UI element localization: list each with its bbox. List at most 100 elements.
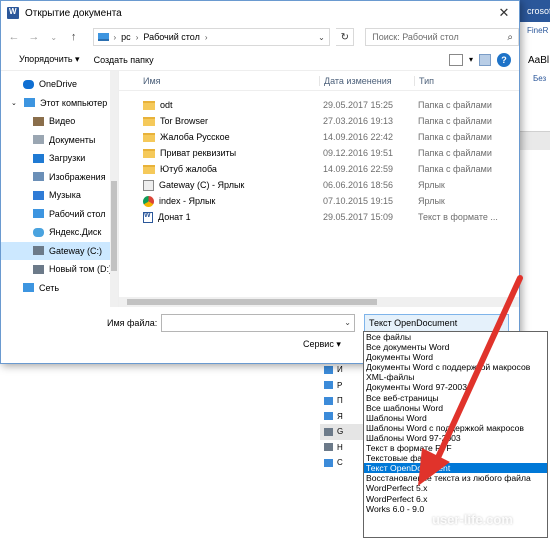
file-name-row: Имя файла: ⌄ Текст OpenDocument ⌄ — [1, 313, 519, 333]
background-list-item: И — [320, 362, 368, 378]
file-row[interactable]: Донат 1 29.05.2017 15:09 Текст в формате .… — [119, 209, 519, 225]
file-type-option[interactable]: Шаблоны Word — [364, 413, 547, 423]
chevron-down-icon[interactable]: ⌄ — [313, 33, 329, 42]
file-type: Ярлык — [418, 180, 445, 190]
nav-item-this-pc[interactable]: ⌄ Этот компьютер — [1, 94, 118, 113]
file-date: 06.06.2016 18:56 — [323, 180, 394, 190]
up-arrow-icon[interactable]: ↑ — [67, 29, 81, 45]
nav-scrollbar[interactable] — [110, 71, 118, 307]
folder-icon — [324, 365, 333, 374]
file-name: Tor Browser — [160, 116, 209, 126]
back-arrow-icon[interactable]: ← — [7, 29, 21, 45]
file-row[interactable]: Gateway (C) - Ярлык 06.06.2016 18:56 Ярлык — [119, 177, 519, 193]
breadcrumb-folder[interactable]: Рабочий стол — [143, 32, 200, 42]
nav-item-gateway-c[interactable]: Gateway (C:) — [1, 241, 118, 260]
file-type: Текст в формате ... — [418, 212, 498, 222]
search-input[interactable]: Поиск: Рабочий стол ⌕ — [365, 28, 519, 46]
file-name-input[interactable]: ⌄ — [161, 314, 355, 332]
background-list-item: П — [320, 393, 368, 409]
chevron-right-icon[interactable]: › — [136, 33, 139, 42]
file-type-option[interactable]: Текст в формате RTF — [364, 443, 547, 453]
file-type-option[interactable]: WordPerfect 5.x — [364, 483, 547, 493]
file-type-option[interactable]: Документы Word — [364, 352, 547, 362]
file-type-selected: Текст OpenDocument — [369, 318, 458, 328]
folder-icon — [143, 116, 155, 126]
file-name: Ютуб жалоба — [160, 164, 217, 174]
nav-item-new-volume-d[interactable]: Новый том (D:) — [1, 260, 118, 279]
file-type-option[interactable]: Все веб-страницы — [364, 393, 547, 403]
drive-icon — [324, 443, 333, 452]
file-type-option[interactable]: Шаблоны Word с поддержкой макросов — [364, 423, 547, 433]
file-row[interactable]: Ютуб жалоба 14.09.2016 22:59 Папка с файла… — [119, 161, 519, 177]
refresh-icon[interactable]: ↻ — [336, 28, 355, 46]
chevron-down-icon[interactable]: ▾ — [469, 55, 473, 64]
background-style-preview[interactable]: AaBl — [528, 55, 549, 66]
desktop-folder-icon — [33, 209, 44, 219]
file-name: Донат 1 — [158, 212, 191, 222]
nav-item-yandex-disk[interactable]: Яндекс.Диск — [1, 223, 118, 242]
background-list-item: Р — [320, 378, 368, 394]
file-type-option[interactable]: Все документы Word — [364, 342, 547, 352]
nav-item-onedrive[interactable]: OneDrive — [1, 75, 118, 94]
file-type-option[interactable]: Все файлы — [364, 332, 547, 342]
organize-button[interactable]: Упорядочить ▾ — [19, 54, 80, 65]
new-folder-button[interactable]: Создать папку — [94, 55, 154, 65]
nav-item-documents[interactable]: Документы — [1, 131, 118, 150]
file-row[interactable]: Приват реквизиты 09.12.2016 19:51 Папка с … — [119, 145, 519, 161]
file-type-option[interactable]: Все шаблоны Word — [364, 403, 547, 413]
service-button[interactable]: Сервис ▾ — [303, 339, 341, 350]
nav-item-downloads[interactable]: Загрузки — [1, 149, 118, 168]
address-bar[interactable]: › рс › Рабочий стол › ⌄ — [92, 28, 331, 46]
file-name-label: Имя файла: — [107, 318, 158, 328]
navigation-pane: OneDrive ⌄ Этот компьютер Видео Документы… — [1, 71, 119, 307]
column-date[interactable]: Дата изменения — [319, 75, 414, 86]
file-row[interactable]: odt 29.05.2017 15:25 Папка с файлами — [119, 97, 519, 113]
file-row[interactable]: Tor Browser 27.03.2016 19:13 Папка с файла… — [119, 113, 519, 129]
recent-locations-icon[interactable]: ⌄ — [47, 29, 61, 45]
help-icon[interactable]: ? — [497, 52, 511, 67]
file-type-option-selected[interactable]: Текст OpenDocument — [364, 463, 547, 474]
file-type-select[interactable]: Текст OpenDocument ⌄ — [364, 314, 509, 332]
view-options-icon[interactable] — [448, 53, 463, 66]
file-type-option[interactable]: XML-файлы — [364, 372, 547, 382]
folder-icon — [143, 132, 155, 142]
file-type-option[interactable]: Восстановление текста из любого файла — [364, 473, 547, 483]
file-type: Папка с файлами — [418, 164, 492, 174]
file-row[interactable]: Жалоба Русское 14.09.2016 22:42 Папка с фа… — [119, 129, 519, 145]
chevron-right-icon[interactable]: › — [205, 33, 208, 42]
column-name[interactable]: Имя — [119, 76, 319, 86]
music-folder-icon — [33, 190, 44, 200]
nav-item-desktop[interactable]: Рабочий стол — [1, 205, 118, 224]
open-document-dialog: Открытие документа ✕ ← → ⌄ ↑ › рс › Рабо… — [0, 0, 520, 364]
file-type-option[interactable]: Документы Word с поддержкой макросов — [364, 362, 547, 372]
file-list-scrollbar-thumb[interactable] — [127, 299, 377, 305]
nav-item-music[interactable]: Музыка — [1, 186, 118, 205]
breadcrumb-root[interactable]: рс — [121, 32, 131, 42]
file-type-option[interactable]: Текстовые файлы — [364, 453, 547, 463]
network-icon — [324, 458, 333, 467]
background-list-item: G — [320, 424, 368, 440]
nav-item-network[interactable]: Сеть — [1, 279, 118, 298]
search-placeholder: Поиск: Рабочий стол — [372, 32, 459, 42]
file-type: Папка с файлами — [418, 100, 492, 110]
file-row[interactable]: index - Ярлык 07.10.2015 19:15 Ярлык — [119, 193, 519, 209]
forward-arrow-icon[interactable]: → — [27, 29, 41, 45]
chevron-down-icon[interactable]: ⌄ — [497, 319, 504, 328]
dialog-body: OneDrive ⌄ Этот компьютер Видео Документы… — [1, 71, 519, 307]
file-type-option[interactable]: WordPerfect 6.x — [364, 494, 547, 504]
preview-pane-icon[interactable] — [479, 53, 491, 66]
file-list-scrollbar[interactable] — [119, 297, 519, 307]
dialog-titlebar[interactable]: Открытие документа ✕ — [1, 1, 519, 25]
chevron-down-icon[interactable]: ⌄ — [344, 318, 351, 327]
nav-scrollbar-thumb[interactable] — [111, 181, 117, 271]
chevron-down-icon[interactable]: ⌄ — [11, 99, 19, 107]
chevron-right-icon[interactable]: › — [114, 33, 117, 42]
file-type-option[interactable]: Шаблоны Word 97-2003 — [364, 433, 547, 443]
close-icon[interactable]: ✕ — [489, 1, 519, 25]
nav-item-video[interactable]: Видео — [1, 112, 118, 131]
file-type-option[interactable]: Документы Word 97-2003 — [364, 382, 547, 392]
file-name: index - Ярлык — [159, 196, 216, 206]
column-type[interactable]: Тип — [414, 75, 519, 86]
nav-item-pictures[interactable]: Изображения — [1, 168, 118, 187]
background-ribbon-tab[interactable]: FineR — [527, 26, 548, 35]
